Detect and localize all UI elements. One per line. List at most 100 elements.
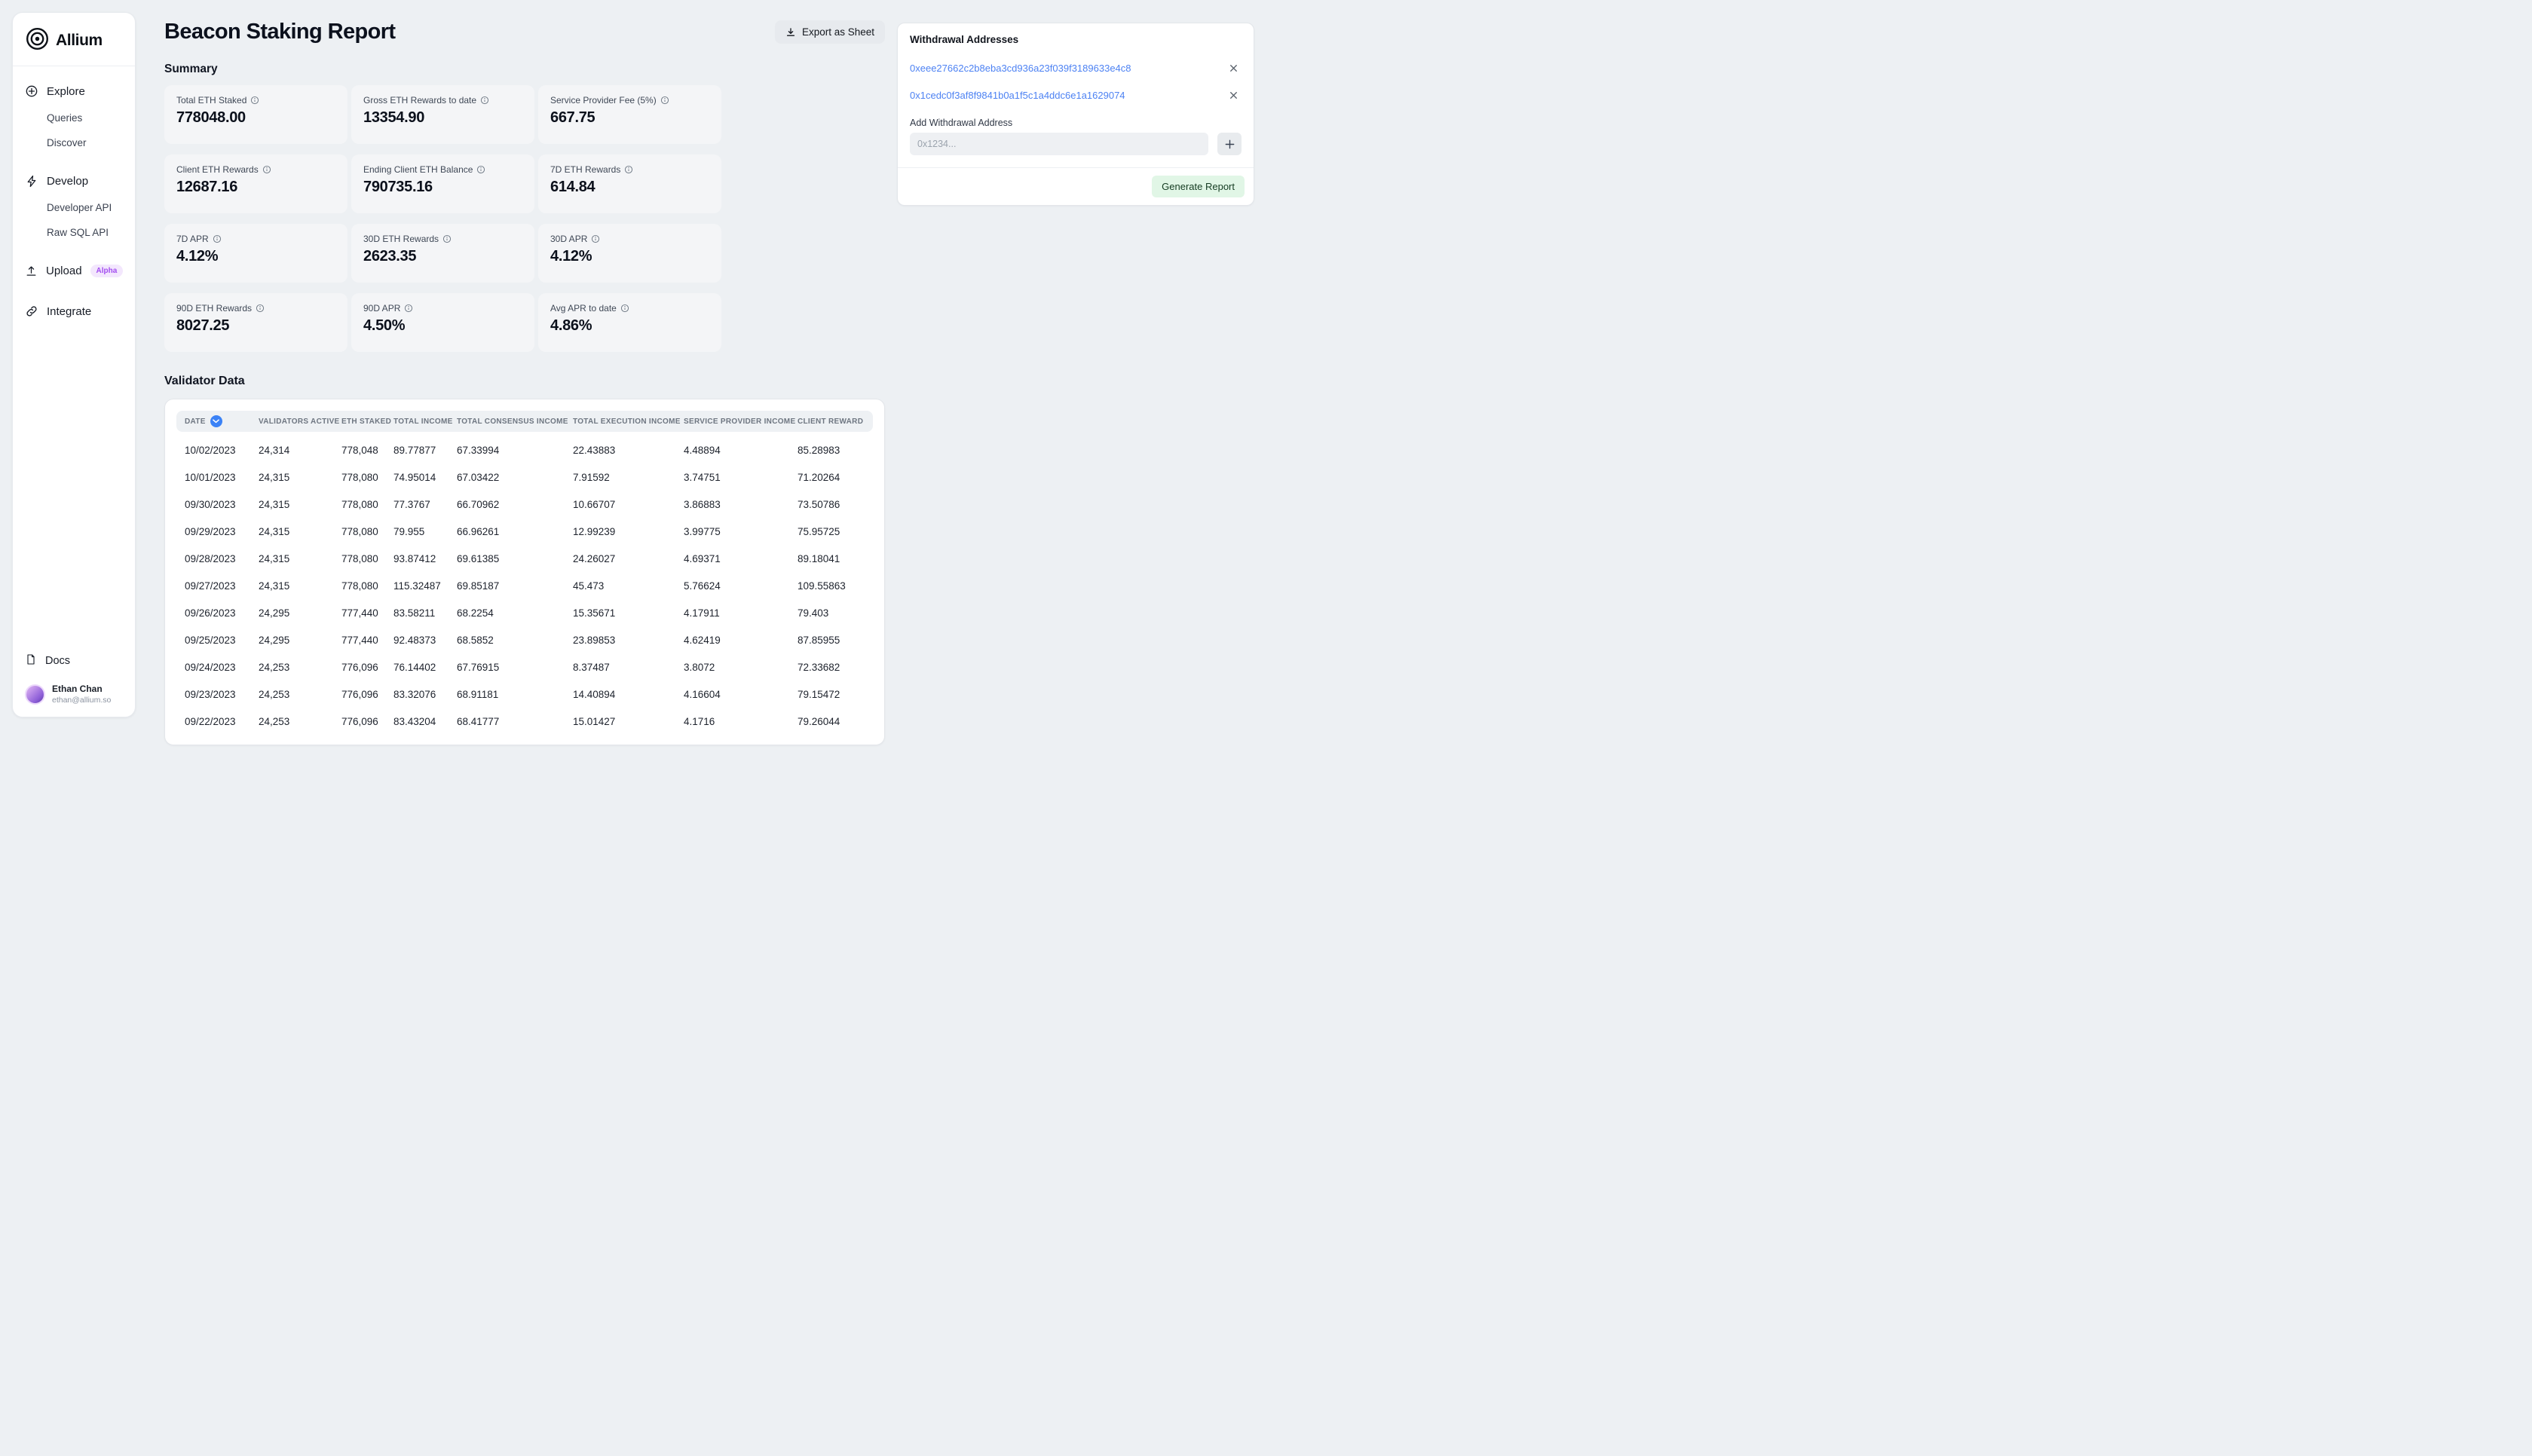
column-header: TOTAL CONSENSUS INCOME (457, 417, 568, 426)
table-row: 09/30/2023 24,315 778,080 77.3767 66.70962 10… (176, 491, 873, 518)
info-icon (660, 96, 669, 105)
sidebar-item-integrate[interactable]: Integrate (25, 297, 123, 326)
table-cell: 09/29/2023 (185, 525, 236, 537)
table-cell: 4.62419 (684, 634, 721, 646)
column-header-date[interactable]: DATE (185, 415, 259, 427)
table-cell: 776,096 (341, 715, 378, 727)
info-icon (404, 304, 413, 313)
sidebar-item-label: Upload (46, 265, 82, 277)
sidebar-item-develop[interactable]: Develop (25, 167, 123, 195)
avatar (25, 684, 45, 705)
table-cell: 22.43883 (573, 444, 616, 456)
table-cell: 8.37487 (573, 661, 610, 673)
sidebar-item-discover[interactable]: Discover (47, 130, 123, 155)
stat-label: Service Provider Fee (5%) (550, 95, 657, 106)
sidebar-item-label: Explore (47, 84, 85, 98)
validator-table-header: DATE VALIDATORS ACTIVE ETH STAKED TOTAL … (176, 411, 873, 432)
stat-value: 2623.35 (363, 248, 417, 265)
table-cell: 69.61385 (457, 552, 500, 564)
stat-label: 90D APR (363, 303, 401, 314)
column-header: TOTAL EXECUTION INCOME (573, 417, 681, 426)
table-cell: 24,295 (259, 634, 290, 646)
table-cell: 67.33994 (457, 444, 500, 456)
stat-value: 4.12% (176, 248, 219, 265)
sidebar-item-developer-api[interactable]: Developer API (47, 195, 123, 220)
table-cell: 24,314 (259, 444, 290, 456)
table-cell: 09/24/2023 (185, 661, 236, 673)
withdrawal-address-row: 0x1cedc0f3af8f9841b0a1f5c1a4ddc6e1a16290… (898, 81, 1254, 109)
remove-address-button[interactable] (1225, 60, 1242, 76)
table-row: 09/22/2023 24,253 776,096 83.43204 68.41777 1… (176, 708, 873, 735)
stat-label: 90D ETH Rewards (176, 303, 253, 314)
table-cell: 5.76624 (684, 580, 721, 592)
table-row: 09/26/2023 24,295 777,440 83.58211 68.2254 15… (176, 599, 873, 626)
stat-label: Gross ETH Rewards to date (363, 95, 477, 106)
table-row: 09/24/2023 24,253 776,096 76.14402 67.76915 8… (176, 653, 873, 681)
close-icon (1228, 63, 1239, 74)
table-cell: 777,440 (341, 634, 378, 646)
sidebar-item-raw-sql-api[interactable]: Raw SQL API (47, 220, 123, 245)
sidebar-footer: Docs Ethan Chan ethan@allium.so (13, 646, 135, 717)
table-cell: 92.48373 (393, 634, 436, 646)
stat-label: 7D APR (176, 234, 209, 244)
table-cell: 15.35671 (573, 607, 616, 619)
table-cell: 45.473 (573, 580, 605, 592)
info-icon (476, 165, 485, 174)
stat-card: 7D APR 4.12% (164, 224, 347, 283)
table-cell: 24.26027 (573, 552, 616, 564)
stat-card: Gross ETH Rewards to date 13354.90 (351, 85, 534, 144)
table-cell: 85.28983 (798, 444, 840, 456)
sidebar: Allium Explore Queries Discover Develop (12, 12, 136, 717)
table-cell: 73.50786 (798, 498, 840, 510)
link-icon (25, 304, 38, 318)
sidebar-item-queries[interactable]: Queries (47, 106, 123, 130)
column-label: DATE (185, 417, 206, 426)
stat-card: Client ETH Rewards 12687.16 (164, 154, 347, 213)
sidebar-item-explore[interactable]: Explore (25, 77, 123, 106)
table-cell: 24,315 (259, 552, 290, 564)
table-cell: 3.8072 (684, 661, 715, 673)
stat-label: 7D ETH Rewards (550, 164, 621, 175)
table-cell: 24,253 (259, 688, 290, 700)
table-cell: 87.85955 (798, 634, 840, 646)
generate-report-button[interactable]: Generate Report (1152, 176, 1245, 197)
table-cell: 3.74751 (684, 471, 721, 483)
lightning-icon (25, 175, 38, 188)
withdrawal-address-input[interactable] (910, 133, 1208, 155)
table-cell: 115.32487 (393, 580, 441, 592)
table-row: 09/27/2023 24,315 778,080 115.32487 69.85187… (176, 572, 873, 599)
chevron-down-icon[interactable] (210, 415, 222, 427)
table-cell: 778,080 (341, 498, 378, 510)
export-as-sheet-button[interactable]: Export as Sheet (774, 20, 885, 44)
table-cell: 71.20264 (798, 471, 840, 483)
brand[interactable]: Allium (13, 13, 135, 66)
column-header: CLIENT REWARD (798, 417, 864, 426)
stat-label: 30D ETH Rewards (363, 234, 439, 244)
stat-value: 614.84 (550, 179, 595, 195)
table-cell: 24,315 (259, 580, 290, 592)
table-cell: 4.69371 (684, 552, 721, 564)
table-cell: 10/01/2023 (185, 471, 236, 483)
table-cell: 10.66707 (573, 498, 616, 510)
table-row: 09/28/2023 24,315 778,080 93.87412 69.61385 2… (176, 545, 873, 572)
user-name: Ethan Chan (52, 684, 103, 694)
table-cell: 776,096 (341, 661, 378, 673)
main-content: Beacon Staking Report Export as Sheet Su… (164, 0, 885, 745)
validator-section-title: Validator Data (164, 375, 245, 387)
withdrawal-address-link[interactable]: 0xeee27662c2b8eba3cd936a23f039f3189633e4… (910, 63, 1131, 74)
withdrawal-address-link[interactable]: 0x1cedc0f3af8f9841b0a1f5c1a4ddc6e1a16290… (910, 90, 1125, 101)
summary-section-title: Summary (164, 63, 218, 75)
sidebar-item-docs[interactable]: Docs (25, 646, 123, 676)
sidebar-item-upload[interactable]: Upload Alpha (25, 257, 124, 285)
remove-address-button[interactable] (1225, 87, 1242, 103)
sidebar-item-label: Develop (47, 175, 89, 188)
add-address-button[interactable] (1217, 133, 1242, 155)
user-profile[interactable]: Ethan Chan ethan@allium.so (25, 676, 123, 708)
stat-card: 90D APR 4.50% (351, 293, 534, 352)
table-row: 09/23/2023 24,253 776,096 83.32076 68.91181 1… (176, 681, 873, 708)
stat-card: 7D ETH Rewards 614.84 (538, 154, 721, 213)
table-cell: 24,253 (259, 661, 290, 673)
table-cell: 77.3767 (393, 498, 430, 510)
download-icon (785, 27, 796, 38)
stat-card: Total ETH Staked 778048.00 (164, 85, 347, 144)
